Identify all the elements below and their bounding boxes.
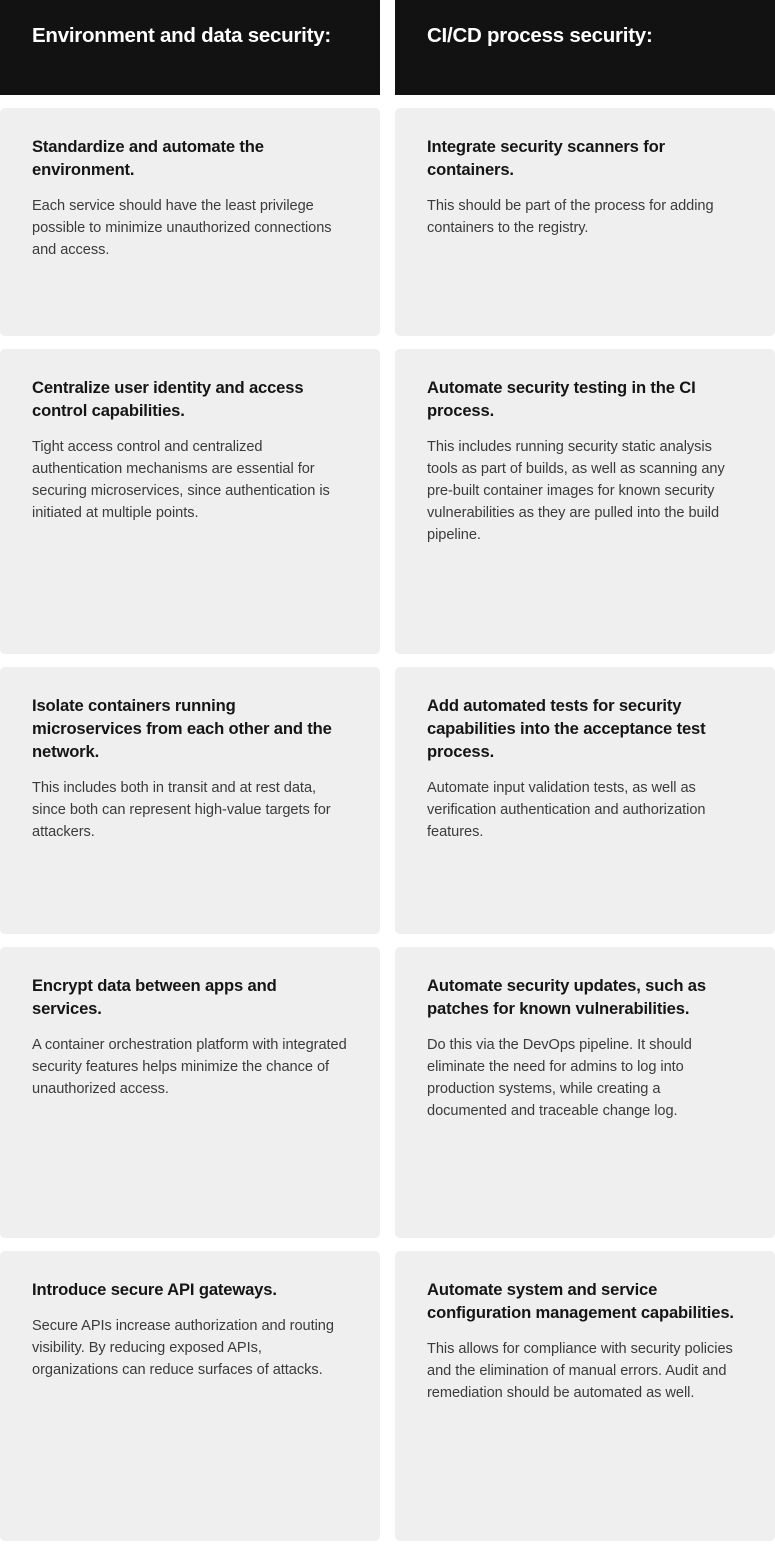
card-title: Encrypt data between apps and services. xyxy=(32,976,277,1018)
header-gap-left xyxy=(0,95,380,108)
column-cicd-process-security: CI/CD process security: Integrate securi… xyxy=(395,0,775,1554)
card-introduce-secure-api-gateways: Introduce secure API gateways. Secure AP… xyxy=(0,1251,380,1541)
card-body: A container orchestration platform with … xyxy=(32,1036,347,1098)
card-automate-security-testing: Automate security testing in the CI proc… xyxy=(395,349,775,654)
card-body: Secure APIs increase authorization and r… xyxy=(32,1317,334,1379)
column-header-title: Environment and data security: xyxy=(32,24,331,47)
card-encrypt-data-between-apps: Encrypt data between apps and services. … xyxy=(0,947,380,1238)
column-header-environment-and-data-security: Environment and data security: xyxy=(0,0,380,95)
card-automate-system-configuration: Automate system and service configuratio… xyxy=(395,1251,775,1541)
card-title: Automate security testing in the CI proc… xyxy=(427,378,696,420)
card-title: Centralize user identity and access cont… xyxy=(32,378,304,420)
card-title: Introduce secure API gateways. xyxy=(32,1280,277,1299)
card-body: Automate input validation tests, as well… xyxy=(427,779,706,841)
card-isolate-containers: Isolate containers running microservices… xyxy=(0,667,380,934)
card-title: Integrate security scanners for containe… xyxy=(427,137,665,179)
card-body: Do this via the DevOps pipeline. It shou… xyxy=(427,1036,692,1120)
card-title: Isolate containers running microservices… xyxy=(32,696,332,761)
card-add-automated-tests: Add automated tests for security capabil… xyxy=(395,667,775,934)
card-title: Automate system and service configuratio… xyxy=(427,1280,734,1322)
card-integrate-security-scanners: Integrate security scanners for containe… xyxy=(395,108,775,336)
card-title: Automate security updates, such as patch… xyxy=(427,976,706,1018)
card-body: This should be part of the process for a… xyxy=(427,197,714,236)
card-title: Add automated tests for security capabil… xyxy=(427,696,706,761)
card-centralize-user-identity: Centralize user identity and access cont… xyxy=(0,349,380,654)
card-body: Each service should have the least privi… xyxy=(32,197,332,259)
card-standardize-and-automate: Standardize and automate the environment… xyxy=(0,108,380,336)
card-body: This includes both in transit and at res… xyxy=(32,779,331,841)
card-body: This allows for compliance with security… xyxy=(427,1340,733,1402)
column-header-title: CI/CD process security: xyxy=(427,24,653,47)
card-automate-security-updates: Automate security updates, such as patch… xyxy=(395,947,775,1238)
security-practices-board: Environment and data security: Standardi… xyxy=(0,0,775,1541)
card-body: This includes running security static an… xyxy=(427,438,725,544)
header-gap-right xyxy=(395,95,775,108)
card-title: Standardize and automate the environment… xyxy=(32,137,264,179)
card-body: Tight access control and centralized aut… xyxy=(32,438,330,522)
column-header-cicd-process-security: CI/CD process security: xyxy=(395,0,775,95)
column-environment-and-data-security: Environment and data security: Standardi… xyxy=(0,0,380,1554)
